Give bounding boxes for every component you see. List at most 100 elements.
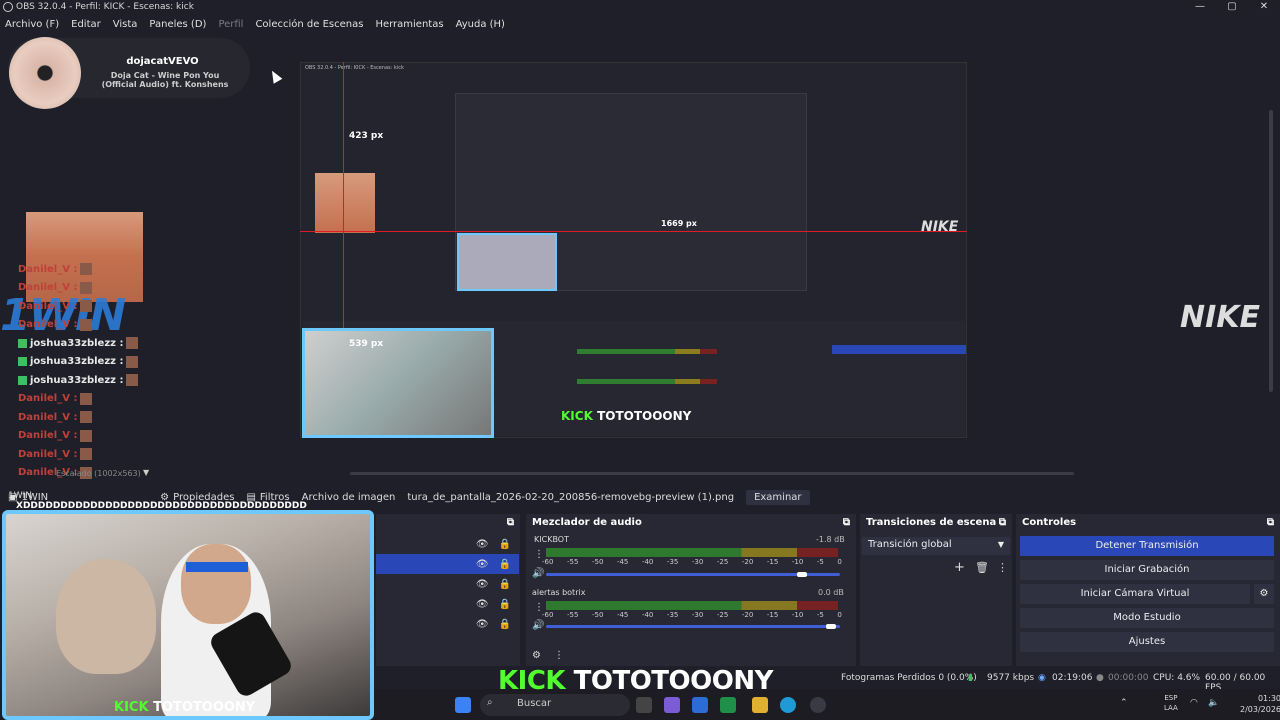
lock-icon[interactable]: 🔒 bbox=[499, 579, 511, 590]
dock-float-icon[interactable]: ⧉ bbox=[843, 517, 850, 528]
virtual-camera-settings-icon[interactable]: ⚙ bbox=[1254, 584, 1274, 604]
meter-scale: -60 -55 -50 -45 -40 -35 -30 -25 -20 -15 -10 -5 0 bbox=[542, 558, 842, 566]
sources-dock: ⧉ 👁 🔒 👁 🔒 👁 🔒 👁 🔒 👁 🔒 bbox=[376, 514, 520, 666]
scale-tick-label: -60 bbox=[542, 611, 554, 619]
excel-icon[interactable] bbox=[720, 697, 736, 713]
chat-username: joshua33zblezz : bbox=[30, 374, 124, 386]
lock-icon[interactable]: 🔒 bbox=[499, 559, 511, 570]
album-art bbox=[9, 37, 81, 109]
add-transition-icon[interactable]: + bbox=[954, 560, 965, 575]
scale-tick-label: -5 bbox=[816, 611, 824, 619]
webcam-name-tag: KICK TOTOTOOONY bbox=[114, 700, 256, 715]
menu-tools[interactable]: Herramientas bbox=[375, 19, 443, 30]
controls-header: Controles ⧉ bbox=[1022, 516, 1274, 528]
emote-icon bbox=[126, 337, 139, 350]
dock-float-icon[interactable]: ⧉ bbox=[1267, 517, 1274, 528]
menu-view[interactable]: Vista bbox=[113, 19, 138, 30]
source-row[interactable]: 👁 🔒 bbox=[376, 534, 519, 554]
window-title: OBS 32.0.4 - Perfil: KICK - Escenas: kic… bbox=[16, 2, 194, 12]
lock-icon[interactable]: 🔒 bbox=[499, 599, 511, 610]
source-row[interactable]: 👁 🔒 bbox=[376, 574, 519, 594]
app-icon[interactable] bbox=[664, 697, 680, 713]
dock-float-icon[interactable]: ⧉ bbox=[507, 517, 514, 528]
wifi-icon[interactable]: ◠ bbox=[1190, 698, 1198, 708]
menu-docks[interactable]: Paneles (D) bbox=[149, 19, 206, 30]
stop-streaming-button[interactable]: Detener Transmisión bbox=[1020, 536, 1274, 556]
transition-menu-icon[interactable]: ⋮ bbox=[997, 561, 1008, 574]
eye-icon[interactable]: 👁 bbox=[476, 599, 489, 610]
streamer-head bbox=[181, 544, 251, 624]
minimize-button[interactable]: — bbox=[1184, 0, 1216, 14]
volume-icon[interactable]: 🔈 bbox=[1208, 698, 1219, 708]
tray-chevron-icon[interactable]: ⌃ bbox=[1120, 698, 1128, 708]
chat-username: Danilel_V : bbox=[18, 319, 78, 331]
studio-mode-button[interactable]: Modo Estudio bbox=[1020, 608, 1274, 628]
menu-file[interactable]: Archivo (F) bbox=[5, 19, 59, 30]
transition-select[interactable]: Transición global ▼ bbox=[862, 537, 1010, 555]
source-row[interactable]: 👁 🔒 bbox=[376, 594, 519, 614]
teddy-bear bbox=[56, 559, 156, 674]
task-view-icon[interactable] bbox=[636, 697, 652, 713]
browse-button[interactable]: Examinar bbox=[746, 489, 810, 505]
start-icon[interactable] bbox=[455, 697, 471, 713]
volume-slider[interactable] bbox=[546, 625, 840, 628]
settings-button[interactable]: Ajustes bbox=[1020, 632, 1274, 652]
chat-username: Danilel_V : bbox=[18, 430, 78, 442]
volume-knob[interactable] bbox=[826, 624, 836, 629]
word-icon[interactable] bbox=[692, 697, 708, 713]
scale-dropdown-icon[interactable]: ▼ bbox=[143, 468, 149, 477]
scale-tick-label: -15 bbox=[766, 611, 779, 619]
close-button[interactable]: ✕ bbox=[1248, 0, 1280, 14]
eye-icon[interactable]: 👁 bbox=[476, 579, 489, 590]
scale-tick-label: -60 bbox=[542, 558, 554, 566]
menu-help[interactable]: Ayuda (H) bbox=[456, 19, 505, 30]
volume-knob[interactable] bbox=[797, 572, 807, 577]
nested-face-img bbox=[315, 173, 375, 233]
chat-message: Danilel_V : bbox=[18, 260, 158, 279]
eye-icon[interactable]: 👁 bbox=[476, 559, 489, 570]
taskbar-search[interactable]: Buscar bbox=[480, 694, 630, 716]
mixer-menu-icon[interactable]: ⋮ bbox=[554, 650, 564, 661]
scale-tick-label: -55 bbox=[566, 611, 579, 619]
chat-message: joshua33zblezz : bbox=[18, 334, 158, 353]
scale-tick-label: 0 bbox=[837, 558, 842, 566]
maximize-button[interactable]: ▢ bbox=[1216, 0, 1248, 14]
virtual-camera-button[interactable]: Iniciar Cámara Virtual bbox=[1020, 584, 1250, 604]
menu-profile[interactable]: Perfil bbox=[218, 19, 243, 30]
preview-vertical-scrollbar[interactable] bbox=[1269, 110, 1273, 392]
edge-icon[interactable] bbox=[780, 697, 796, 713]
eye-icon[interactable]: 👁 bbox=[476, 619, 489, 630]
source-row-selected[interactable]: 👁 🔒 bbox=[376, 554, 519, 574]
lock-icon[interactable]: 🔒 bbox=[499, 539, 511, 550]
kick-banner: KICK TOTOTOOONY bbox=[498, 666, 773, 696]
record-time: 00:00:00 bbox=[1108, 673, 1149, 683]
mixer-settings-icon[interactable]: ⚙ bbox=[532, 650, 541, 661]
source-row[interactable]: 👁 🔒 bbox=[376, 614, 519, 634]
sources-dock-header: ⧉ bbox=[376, 514, 520, 530]
preview-horizontal-scrollbar[interactable] bbox=[350, 472, 1074, 475]
volume-slider[interactable] bbox=[546, 573, 840, 576]
taskbar-clock[interactable]: 01:30 2/03/2026 bbox=[1240, 693, 1280, 715]
menu-edit[interactable]: Editar bbox=[71, 19, 101, 30]
obs-taskbar-icon[interactable] bbox=[810, 697, 826, 713]
emote-icon bbox=[80, 263, 93, 276]
start-recording-button[interactable]: Iniciar Grabación bbox=[1020, 560, 1274, 580]
search-icon: ⌕ bbox=[487, 697, 493, 708]
nested-title: OBS 32.0.4 - Perfil: KICK - Escenas: kic… bbox=[305, 65, 404, 71]
now-playing-song: Doja Cat - Wine Pon You (Official Audio)… bbox=[101, 71, 229, 89]
selected-webcam-source[interactable]: 539 px bbox=[302, 328, 494, 438]
language-indicator[interactable]: ESP LAA bbox=[1164, 693, 1178, 713]
trash-icon[interactable]: 🗑 bbox=[975, 561, 989, 574]
emote-icon bbox=[80, 429, 93, 442]
dock-float-icon[interactable]: ⧉ bbox=[999, 517, 1006, 528]
file-explorer-icon[interactable] bbox=[752, 697, 768, 713]
menu-scene-collection[interactable]: Colección de Escenas bbox=[255, 19, 363, 30]
nested-nike-logo: NIKE bbox=[921, 219, 959, 235]
lock-icon[interactable]: 🔒 bbox=[499, 619, 511, 630]
speaker-icon[interactable]: 🔊 bbox=[532, 568, 544, 579]
file-path-field[interactable]: tura_de_pantalla_2026-02-20_200856-remov… bbox=[407, 492, 734, 503]
eye-icon[interactable]: 👁 bbox=[476, 539, 489, 550]
measure-label-cam: 539 px bbox=[349, 339, 384, 349]
scale-tick-label: -55 bbox=[566, 558, 579, 566]
speaker-icon[interactable]: 🔊 bbox=[532, 620, 544, 631]
